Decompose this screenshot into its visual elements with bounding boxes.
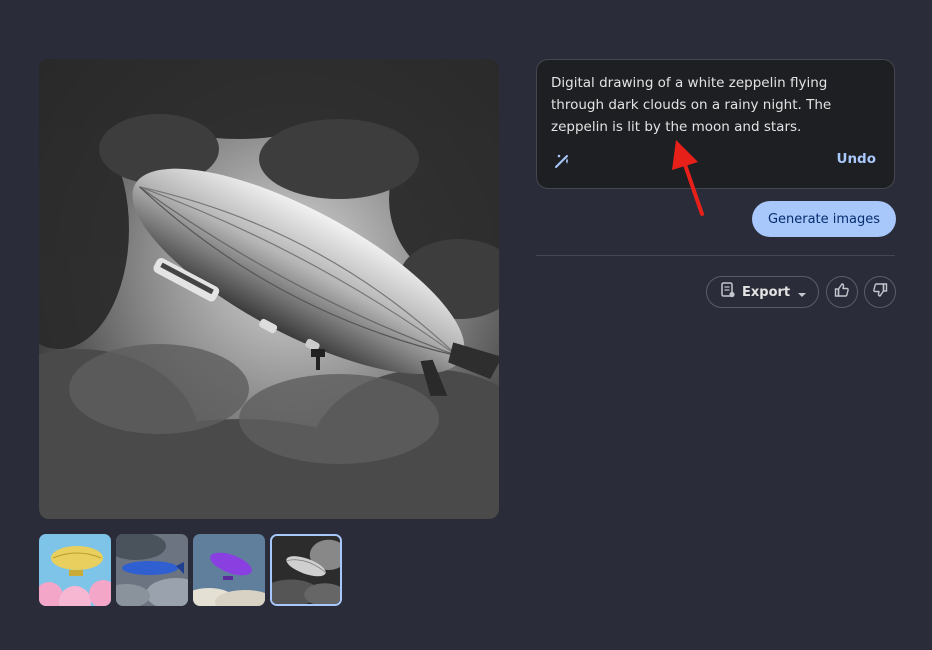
prompt-text[interactable]: Digital drawing of a white zeppelin flyi… — [551, 72, 881, 138]
thumbs-down-button[interactable] — [864, 276, 896, 308]
thumbnail-3[interactable] — [193, 534, 265, 606]
thumbs-up-icon — [834, 282, 850, 302]
export-label: Export — [742, 284, 791, 300]
thumbnail-1[interactable] — [39, 534, 111, 606]
export-icon — [721, 282, 735, 302]
export-button[interactable]: Export — [706, 276, 819, 308]
generate-images-button[interactable]: Generate images — [752, 201, 896, 237]
thumbnail-strip — [39, 534, 342, 606]
divider — [536, 255, 895, 256]
thumbs-down-icon — [872, 282, 888, 302]
main-generated-image — [39, 59, 499, 519]
caret-down-icon — [797, 283, 807, 302]
thumbnail-4-selected[interactable] — [270, 534, 342, 606]
edit-prompt-icon[interactable] — [553, 152, 571, 170]
undo-button[interactable]: Undo — [836, 151, 876, 167]
prompt-box[interactable]: Digital drawing of a white zeppelin flyi… — [536, 59, 895, 189]
thumbnail-2[interactable] — [116, 534, 188, 606]
thumbs-up-button[interactable] — [826, 276, 858, 308]
